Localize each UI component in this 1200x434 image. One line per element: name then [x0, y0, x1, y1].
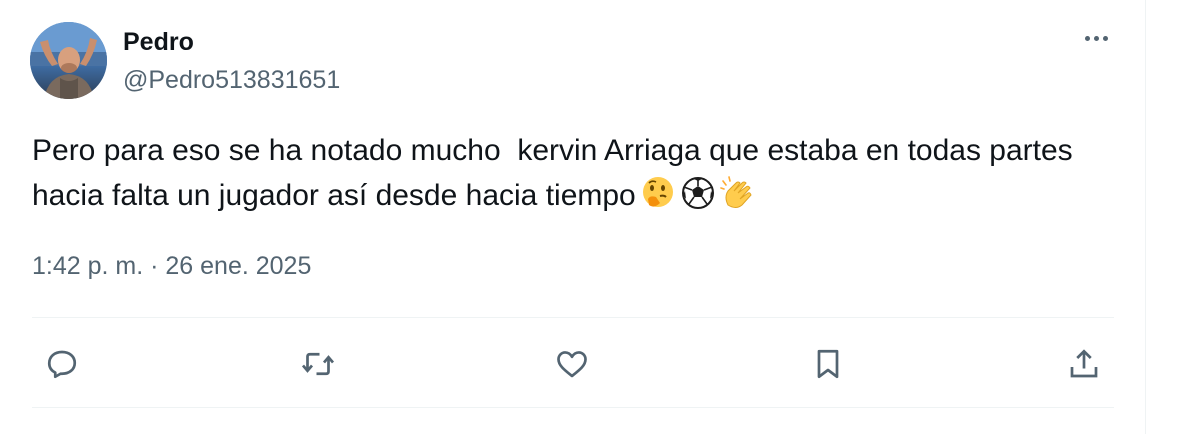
tweet-text: Pero para eso se ha notado mucho kervin …: [32, 128, 1132, 218]
more-options-button[interactable]: [1080, 22, 1112, 54]
share-button[interactable]: [1062, 342, 1106, 386]
tweet-card: Pedro @Pedro513831651 Pero para eso se h…: [0, 0, 1146, 434]
more-dot-icon: [1102, 35, 1108, 41]
avatar-photo: [30, 22, 107, 99]
bookmark-icon: [817, 349, 839, 379]
more-dot-icon: [1084, 35, 1090, 41]
more-dot-icon: [1093, 35, 1099, 41]
avatar[interactable]: [30, 22, 107, 99]
reply-icon: [47, 350, 77, 379]
divider: [32, 317, 1114, 318]
like-button[interactable]: [550, 342, 594, 386]
thinking-face-icon: [642, 177, 673, 208]
divider: [32, 407, 1114, 408]
author-handle[interactable]: @Pedro513831651: [123, 66, 340, 95]
share-icon: [1070, 349, 1098, 378]
soccer-ball-icon: [681, 177, 714, 210]
clapping-hands-icon: [719, 176, 752, 209]
action-bar: [32, 342, 1114, 386]
reply-button[interactable]: [40, 342, 84, 386]
tweet-text-body: Pero para eso se ha notado mucho kervin …: [32, 134, 1082, 212]
retweet-icon: [301, 352, 335, 376]
like-icon: [557, 351, 587, 378]
right-column-edge: [1145, 0, 1200, 434]
bookmark-button[interactable]: [806, 342, 850, 386]
author-name[interactable]: Pedro: [123, 28, 194, 57]
tweet-timestamp[interactable]: 1:42 p. m. · 26 ene. 2025: [32, 252, 311, 281]
retweet-button[interactable]: [296, 342, 340, 386]
